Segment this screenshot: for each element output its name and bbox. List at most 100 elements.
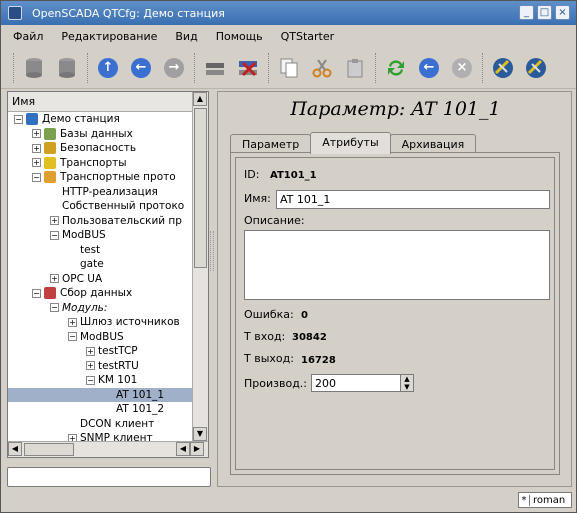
page-title: Параметр: AT 101_1 xyxy=(290,98,501,120)
tree-item[interactable]: + Шлюз источников xyxy=(8,315,193,330)
db-save-button[interactable] xyxy=(53,54,81,82)
tree-item[interactable]: − Сбор данных xyxy=(8,286,193,301)
stop-icon: × xyxy=(452,57,472,78)
tree-item[interactable]: DCON клиент xyxy=(8,417,193,432)
tree-item[interactable]: − Транспортные прото xyxy=(8,170,193,185)
tree-item[interactable]: − KM 101 xyxy=(8,373,193,388)
db-load-button[interactable] xyxy=(20,54,48,82)
tree-item[interactable]: + Базы данных xyxy=(8,127,193,142)
tree-item[interactable]: − ModBUS xyxy=(8,330,193,345)
tree-item[interactable]: + Транспорты xyxy=(8,156,193,171)
tree-item-label: testRTU xyxy=(98,359,139,372)
expand-icon[interactable]: + xyxy=(50,216,59,225)
splitter-handle[interactable] xyxy=(210,231,214,271)
expand-icon[interactable]: + xyxy=(86,361,95,370)
menu-file[interactable]: Файл xyxy=(13,30,43,43)
minimize-button[interactable]: _ xyxy=(519,5,534,20)
tree-header[interactable]: Имя xyxy=(8,92,208,112)
expand-icon[interactable]: + xyxy=(32,158,41,167)
collapse-icon[interactable]: − xyxy=(86,375,95,385)
qtcfg2-button[interactable] xyxy=(522,54,550,82)
scroll-up-icon[interactable]: ▲ xyxy=(193,92,207,106)
spin-down-icon[interactable]: ▼ xyxy=(401,383,413,391)
collapse-icon[interactable]: − xyxy=(32,288,41,298)
expand-icon[interactable]: + xyxy=(50,274,59,283)
collapse-icon[interactable]: − xyxy=(68,332,77,341)
content-panel: Параметр: AT 101_1 Параметр Атрибуты Арх… xyxy=(217,91,572,487)
description-label: Описание: xyxy=(244,214,305,227)
tree-item[interactable]: + Пользовательский пр xyxy=(8,214,193,229)
title-bar: OpenSCADA QTCfg: Демо станция _ □ × xyxy=(1,1,576,25)
back-button[interactable]: ← xyxy=(127,54,155,82)
expand-icon[interactable]: + xyxy=(32,143,41,153)
scroll-thumb[interactable] xyxy=(194,108,207,268)
tree-item[interactable]: AT 101_1 xyxy=(8,387,193,402)
tree-item[interactable]: gate xyxy=(8,257,193,272)
tree-item-label: test xyxy=(80,243,101,256)
close-button[interactable]: × xyxy=(555,5,570,20)
language-indicator[interactable]: * roman xyxy=(518,492,572,508)
tree-horizontal-scrollbar[interactable]: ◀ ◀ ▶ xyxy=(8,441,208,457)
qtcfg-button[interactable] xyxy=(489,54,517,82)
stop-button[interactable]: × xyxy=(448,54,476,82)
description-field[interactable] xyxy=(244,230,550,300)
productivity-label: Производ.: xyxy=(244,377,308,390)
hscroll-thumb[interactable] xyxy=(24,443,74,456)
menu-help[interactable]: Помощь xyxy=(216,30,263,43)
cut-button[interactable] xyxy=(308,54,336,82)
collapse-icon[interactable]: − xyxy=(50,230,59,240)
tree-item[interactable]: + testRTU xyxy=(8,359,193,374)
productivity-spin[interactable]: ▲ ▼ xyxy=(400,374,414,392)
tree-item[interactable]: test xyxy=(8,243,193,258)
up-button[interactable]: ↑ xyxy=(94,54,122,82)
menu-edit[interactable]: Редактирование xyxy=(61,30,157,43)
collapse-icon[interactable]: − xyxy=(50,303,59,312)
tree-item[interactable]: − Модуль: xyxy=(8,301,193,316)
scroll-left-icon[interactable]: ◀ xyxy=(8,442,22,456)
node-icon xyxy=(44,142,56,154)
menu-qtstarter[interactable]: QTStarter xyxy=(281,30,335,43)
tree-item-label: AT 101_1 xyxy=(116,388,165,401)
name-field[interactable]: AT 101_1 xyxy=(276,190,550,209)
collapse-icon[interactable]: − xyxy=(14,114,23,124)
maximize-button[interactable]: □ xyxy=(537,5,552,20)
start-button[interactable]: ← xyxy=(415,54,443,82)
tree-item[interactable]: + OPC UA xyxy=(8,272,193,287)
tree-item-label: Сбор данных xyxy=(60,287,133,299)
delete-item-button[interactable] xyxy=(234,54,262,82)
tree-item[interactable]: + testTCP xyxy=(8,344,193,359)
refresh-button[interactable] xyxy=(382,54,410,82)
tree-item[interactable]: + Безопасность xyxy=(8,141,193,156)
forward-button[interactable]: → xyxy=(160,54,188,82)
scroll-left2-icon[interactable]: ◀ xyxy=(176,442,190,456)
tab-attributes[interactable]: Атрибуты xyxy=(310,132,391,154)
language-label: roman xyxy=(533,494,566,506)
tree-item[interactable]: − Демо станция xyxy=(8,112,193,127)
qtcfg-icon xyxy=(493,57,513,78)
scroll-right-icon[interactable]: ▶ xyxy=(190,442,204,456)
tree-item-label: Транспорты xyxy=(60,156,127,169)
tree-vertical-scrollbar[interactable]: ▲ ▼ xyxy=(192,92,208,442)
app-icon xyxy=(8,6,22,20)
tab-archiving[interactable]: Архивация xyxy=(389,134,477,153)
attributes-form: ID: AT101_1 Имя: AT 101_1 Описание: Ошиб… xyxy=(235,157,555,470)
copy-button[interactable] xyxy=(275,54,303,82)
scroll-down-icon[interactable]: ▼ xyxy=(193,427,207,441)
spin-up-icon[interactable]: ▲ xyxy=(401,375,413,383)
paste-button[interactable] xyxy=(341,54,369,82)
expand-icon[interactable]: + xyxy=(68,317,77,327)
productivity-stepper[interactable]: 200 xyxy=(311,374,401,392)
expand-icon[interactable]: + xyxy=(86,346,95,356)
expand-icon[interactable]: + xyxy=(32,129,41,138)
menu-view[interactable]: Вид xyxy=(175,30,197,43)
tree-item[interactable]: AT 101_2 xyxy=(8,402,193,417)
tree-item[interactable]: Собственный протоко xyxy=(8,199,193,214)
tree-item[interactable]: − ModBUS xyxy=(8,228,193,243)
navigation-tree[interactable]: Имя − Демо станция + Базы данных + Безопаснос… xyxy=(7,91,209,458)
tree-item[interactable]: HTTP-реализация xyxy=(8,185,193,200)
collapse-icon[interactable]: − xyxy=(32,172,41,182)
add-item-button[interactable] xyxy=(201,54,229,82)
window-title: OpenSCADA QTCfg: Демо станция xyxy=(32,6,225,20)
tab-parameter[interactable]: Параметр xyxy=(230,134,312,153)
error-label: Ошибка: xyxy=(244,308,294,321)
